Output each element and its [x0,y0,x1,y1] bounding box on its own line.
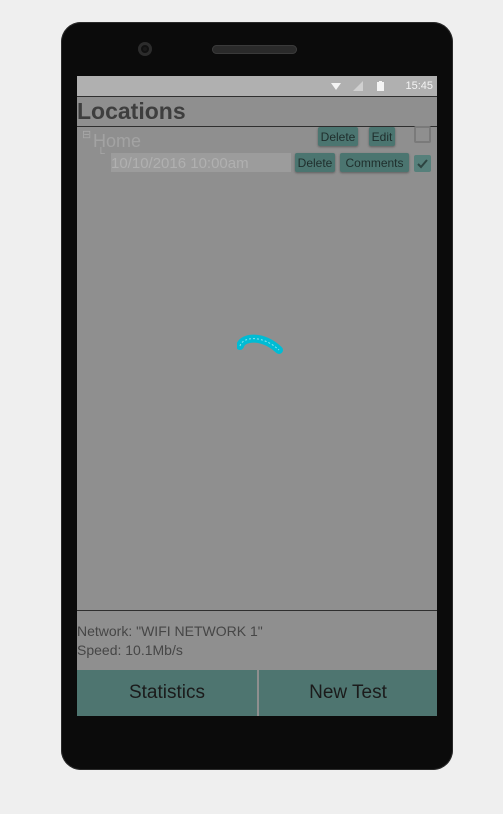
entry-checkbox[interactable] [414,155,431,172]
loading-spinner-icon [237,334,283,354]
footer-divider [77,610,437,611]
tree-connector-icon: └ [97,148,105,160]
delete-entry-button[interactable]: Delete [295,153,335,172]
statistics-button[interactable]: Statistics [77,670,257,716]
app-screen: 15:45 Locations ⊟ Home Delete Edit └ 10/… [77,76,437,716]
status-bar: 15:45 [77,76,437,96]
header-top-divider [77,96,437,97]
comments-button[interactable]: Comments [340,153,409,172]
test-entry-label[interactable]: 10/10/2016 10:00am [111,155,249,172]
page-title: Locations [77,98,186,124]
wifi-icon [331,83,341,90]
battery-icon [377,81,384,91]
collapse-icon[interactable]: ⊟ [82,128,91,141]
delete-location-button[interactable]: Delete [318,127,358,146]
camera-icon [138,42,152,56]
signal-icon [353,81,363,91]
network-speed-text: Speed: 10.1Mb/s [77,642,183,658]
status-time: 15:45 [405,80,433,92]
edit-location-button[interactable]: Edit [369,127,395,146]
location-checkbox[interactable] [414,126,431,143]
network-name-text: Network: "WIFI NETWORK 1" [77,623,263,639]
new-test-button[interactable]: New Test [259,670,437,716]
check-icon [417,159,428,169]
speaker-grille [212,45,297,54]
